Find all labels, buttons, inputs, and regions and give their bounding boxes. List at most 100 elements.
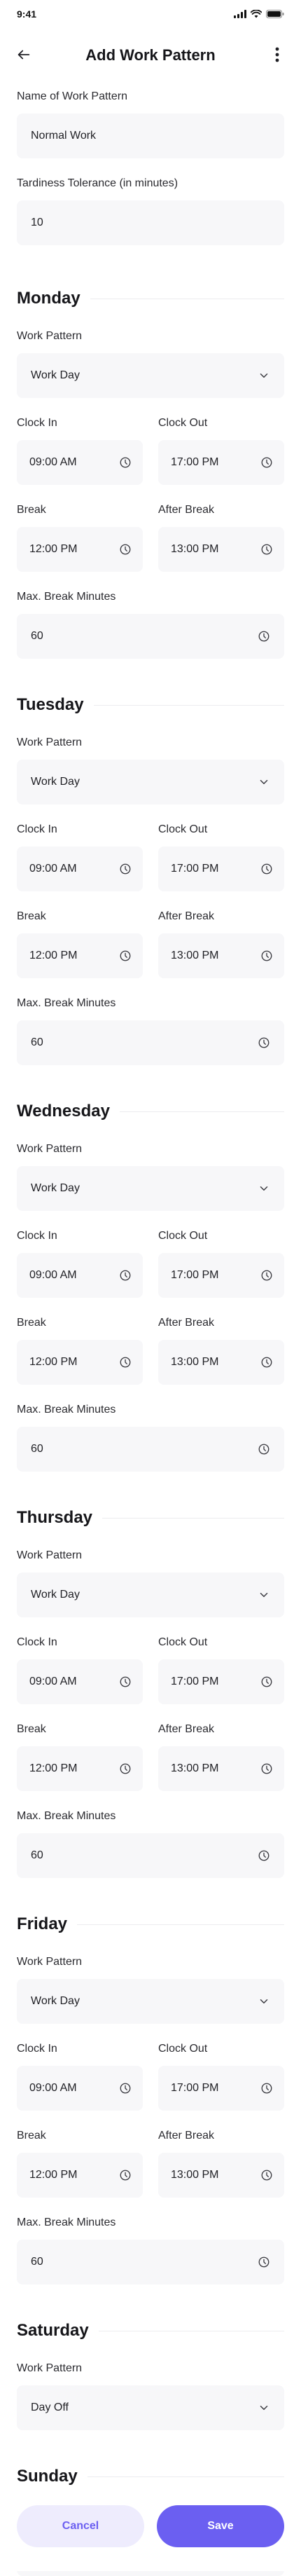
field-column: Break 12:00 PM — [17, 1722, 143, 1791]
status-time: 9:41 — [17, 8, 37, 20]
work-pattern-select-tuesday-value: Work Day — [31, 776, 80, 788]
clock-in-input-thursday-value: 09:00 AM — [29, 1676, 77, 1687]
clock-icon — [260, 863, 273, 875]
break-input-friday[interactable]: 12:00 PM — [17, 2153, 143, 2198]
signal-icon — [234, 10, 246, 18]
day-title: Friday — [17, 1914, 68, 1933]
clock-out-label: Clock Out — [158, 417, 208, 429]
cancel-button[interactable]: Cancel — [17, 2505, 144, 2547]
clock-in-input-tuesday[interactable]: 09:00 AM — [17, 847, 143, 891]
field-column: Break 12:00 PM — [17, 503, 143, 572]
clock-in-input-friday-value: 09:00 AM — [29, 2082, 77, 2094]
more-options-button[interactable] — [266, 45, 288, 67]
chevron-down-icon — [258, 1589, 270, 1601]
clock-out-input-friday[interactable]: 17:00 PM — [158, 2066, 284, 2111]
header: Add Work Pattern — [0, 36, 301, 73]
clock-out-input-thursday[interactable]: 17:00 PM — [158, 1659, 284, 1704]
day-title: Monday — [17, 289, 80, 308]
break-row: Break 12:00 PM After Break 13:00 PM — [17, 1316, 284, 1385]
after-break-input-monday[interactable]: 13:00 PM — [158, 527, 284, 572]
break-input-thursday[interactable]: 12:00 PM — [17, 1746, 143, 1791]
clock-out-input-tuesday-value: 17:00 PM — [171, 863, 219, 875]
break-label: Break — [17, 504, 46, 516]
name-input[interactable]: Normal Work — [17, 114, 284, 158]
after-break-label: After Break — [158, 910, 215, 922]
work-pattern-label: Work Pattern — [17, 2362, 83, 2374]
after-break-input-tuesday[interactable]: 13:00 PM — [158, 933, 284, 978]
save-button[interactable]: Save — [157, 2505, 284, 2547]
break-input-monday[interactable]: 12:00 PM — [17, 527, 143, 572]
tardiness-input[interactable]: 10 — [17, 200, 284, 245]
clock-icon — [119, 2082, 132, 2095]
field-column: Break 12:00 PM — [17, 910, 143, 978]
status-icons — [234, 10, 284, 18]
after-break-input-friday-value: 13:00 PM — [171, 2169, 219, 2181]
clock-icon — [119, 1356, 132, 1369]
clock-out-input-tuesday[interactable]: 17:00 PM — [158, 847, 284, 891]
work-pattern-select-wednesday-value: Work Day — [31, 1182, 80, 1194]
clock-in-label: Clock In — [17, 2043, 57, 2055]
break-input-friday-value: 12:00 PM — [29, 2169, 78, 2181]
clock-out-input-thursday-value: 17:00 PM — [171, 1676, 219, 1687]
after-break-label: After Break — [158, 2130, 215, 2142]
max-break-input-friday-value: 60 — [31, 2256, 43, 2268]
clock-icon — [258, 1036, 270, 1049]
max-break-input-wednesday-value: 60 — [31, 1443, 43, 1455]
work-pattern-select-saturday-value: Day Off — [31, 2402, 69, 2413]
after-break-input-friday[interactable]: 13:00 PM — [158, 2153, 284, 2198]
clock-in-input-monday[interactable]: 09:00 AM — [17, 440, 143, 485]
max-break-label: Max. Break Minutes — [17, 997, 116, 1009]
max-break-input-wednesday[interactable]: 60 — [17, 1427, 284, 1472]
clock-icon — [119, 950, 132, 962]
break-label: Break — [17, 2130, 46, 2142]
wifi-icon — [251, 10, 262, 18]
work-pattern-form: Name of Work Pattern Normal Work Tardine… — [17, 90, 284, 2576]
clock-row: Clock In 09:00 AM Clock Out 17:00 PM — [17, 2042, 284, 2111]
work-pattern-select-thursday[interactable]: Work Day — [17, 1573, 284, 1617]
max-break-input-friday[interactable]: 60 — [17, 2240, 284, 2284]
clock-icon — [119, 863, 132, 875]
break-input-wednesday-value: 12:00 PM — [29, 1356, 78, 1368]
clock-icon — [119, 2169, 132, 2181]
days-container: Monday Work Pattern Work Day Clock In 09:00 … — [17, 245, 284, 2576]
day-header: Friday — [17, 1914, 284, 1934]
field-column: After Break 13:00 PM — [158, 910, 284, 978]
field-column: Clock In 09:00 AM — [17, 1229, 143, 1298]
work-pattern-select-friday[interactable]: Work Day — [17, 1979, 284, 2024]
work-pattern-select-wednesday[interactable]: Work Day — [17, 1166, 284, 1211]
clock-in-input-wednesday-value: 09:00 AM — [29, 1269, 77, 1281]
clock-in-input-thursday[interactable]: 09:00 AM — [17, 1659, 143, 1704]
day-section-saturday: Saturday Work Pattern Day Off — [17, 2284, 284, 2430]
after-break-input-wednesday[interactable]: 13:00 PM — [158, 1340, 284, 1385]
field-column: Clock Out 17:00 PM — [158, 416, 284, 485]
day-header: Thursday — [17, 1508, 284, 1528]
day-header: Sunday — [17, 2467, 284, 2486]
break-input-wednesday[interactable]: 12:00 PM — [17, 1340, 143, 1385]
divider — [77, 1924, 284, 1925]
clock-in-input-friday[interactable]: 09:00 AM — [17, 2066, 143, 2111]
divider — [119, 1111, 284, 1112]
work-pattern-label: Work Pattern — [17, 1549, 83, 1561]
work-pattern-label: Work Pattern — [17, 1956, 83, 1968]
tardiness-label: Tardiness Tolerance (in minutes) — [17, 177, 178, 189]
field-column: After Break 13:00 PM — [158, 503, 284, 572]
clock-icon — [260, 950, 273, 962]
work-pattern-select-tuesday[interactable]: Work Day — [17, 760, 284, 804]
day-header: Wednesday — [17, 1102, 284, 1121]
max-break-input-monday[interactable]: 60 — [17, 614, 284, 659]
page-title: Add Work Pattern — [85, 46, 216, 64]
max-break-input-tuesday[interactable]: 60 — [17, 1020, 284, 1065]
break-input-tuesday[interactable]: 12:00 PM — [17, 933, 143, 978]
footer: Cancel Save — [0, 2488, 301, 2571]
break-input-thursday-value: 12:00 PM — [29, 1762, 78, 1774]
divider — [87, 2476, 284, 2477]
clock-icon — [119, 456, 132, 469]
work-pattern-select-monday[interactable]: Work Day — [17, 353, 284, 398]
after-break-input-thursday[interactable]: 13:00 PM — [158, 1746, 284, 1791]
clock-out-input-wednesday[interactable]: 17:00 PM — [158, 1253, 284, 1298]
max-break-input-thursday[interactable]: 60 — [17, 1833, 284, 1878]
work-pattern-select-saturday[interactable]: Day Off — [17, 2385, 284, 2430]
clock-in-input-wednesday[interactable]: 09:00 AM — [17, 1253, 143, 1298]
clock-out-input-monday[interactable]: 17:00 PM — [158, 440, 284, 485]
break-input-tuesday-value: 12:00 PM — [29, 950, 78, 961]
